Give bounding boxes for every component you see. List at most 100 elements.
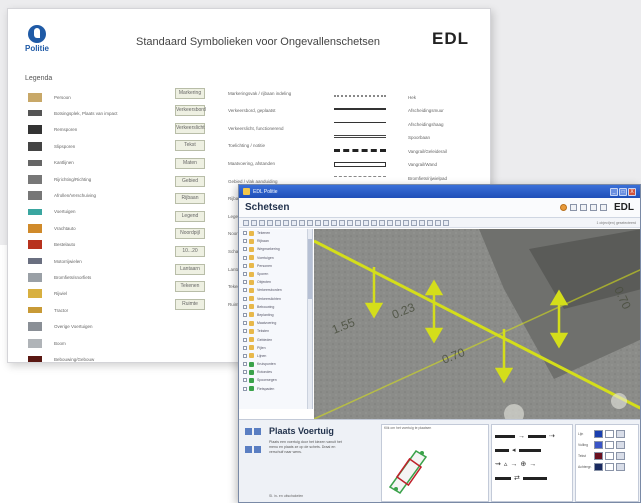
toolbar-button[interactable]	[443, 219, 449, 226]
toolbar-button[interactable]	[435, 219, 441, 226]
toolbar-button[interactable]	[331, 219, 337, 226]
expand-icon[interactable]	[243, 255, 247, 260]
sketch-canvas[interactable]: 0.23 1.55 0.70 0.70	[314, 229, 640, 419]
toolbar-button[interactable]	[411, 219, 417, 226]
toolbar-button[interactable]	[323, 219, 329, 226]
color-swatch[interactable]	[594, 463, 603, 471]
toolbar-button[interactable]	[259, 219, 265, 226]
sidebar-item[interactable]: Fietspaden	[239, 385, 312, 393]
toolbar-button[interactable]	[427, 219, 433, 226]
expand-icon[interactable]	[243, 247, 247, 252]
color-swatch[interactable]	[594, 441, 603, 449]
legend-label: Tractor	[54, 307, 69, 313]
color-swatch[interactable]	[616, 430, 625, 438]
expand-icon[interactable]	[243, 329, 247, 334]
toolbar-button[interactable]	[403, 219, 409, 226]
expand-icon[interactable]	[243, 296, 247, 301]
toolbar-button[interactable]	[307, 219, 313, 226]
sidebar-item[interactable]: Gebieden	[239, 335, 312, 343]
expand-icon[interactable]	[243, 337, 247, 342]
color-row: Lijn	[578, 430, 636, 438]
toolbar-button[interactable]	[251, 219, 257, 226]
color-swatch[interactable]	[594, 452, 603, 460]
toolbar-button[interactable]	[379, 219, 385, 226]
toolbar-button[interactable]	[243, 219, 249, 226]
panel-icon[interactable]	[254, 428, 261, 435]
toolbar-button[interactable]	[299, 219, 305, 226]
panel-icon[interactable]	[245, 446, 252, 453]
toolbar-button[interactable]	[347, 219, 353, 226]
legend-symbol-icon	[28, 258, 42, 264]
toolbar-button[interactable]	[371, 219, 377, 226]
color-swatch[interactable]	[594, 430, 603, 438]
toolbar-button[interactable]	[275, 219, 281, 226]
color-swatch[interactable]	[605, 430, 614, 438]
sidebar-item[interactable]: Maatvoering	[239, 319, 312, 327]
expand-icon[interactable]	[243, 353, 247, 358]
expand-icon[interactable]	[243, 362, 247, 367]
sidebar-item[interactable]: Kruispunten	[239, 360, 312, 368]
panel-icon[interactable]	[245, 428, 252, 435]
expand-icon[interactable]	[243, 239, 247, 244]
settings-icon[interactable]	[560, 204, 567, 211]
minimize-button[interactable]: _	[610, 187, 618, 196]
sidebar-item[interactable]: Verkeersborden	[239, 286, 312, 294]
legend-label: Afscheidingsmuur	[408, 108, 444, 113]
expand-icon[interactable]	[243, 386, 247, 391]
sidebar-item[interactable]: Rotondes	[239, 368, 312, 376]
expand-icon[interactable]	[243, 378, 247, 383]
expand-icon[interactable]	[243, 288, 247, 293]
sidebar-item[interactable]: Spoorwegen	[239, 376, 312, 384]
expand-icon[interactable]	[243, 304, 247, 309]
vehicle-preview[interactable]: Klik om het voertuig te plaatsen	[381, 424, 489, 502]
sidebar-item[interactable]: Rijbaan	[239, 237, 312, 245]
toolbar-button[interactable]	[419, 219, 425, 226]
panel-icon[interactable]	[254, 446, 261, 453]
sidebar-item[interactable]: Objecten	[239, 278, 312, 286]
toolbar-button[interactable]	[267, 219, 273, 226]
toolbar-button[interactable]	[355, 219, 361, 226]
color-swatch[interactable]	[616, 463, 625, 471]
sidebar-item[interactable]: Voertuigen	[239, 254, 312, 262]
expand-icon[interactable]	[243, 280, 247, 285]
expand-icon[interactable]	[243, 263, 247, 268]
color-swatch[interactable]	[605, 463, 614, 471]
sidebar-item[interactable]: Tekenen	[239, 229, 312, 237]
expand-icon[interactable]	[243, 272, 247, 277]
color-swatch[interactable]	[605, 452, 614, 460]
sidebar-scroll-thumb[interactable]	[308, 239, 312, 299]
print-icon[interactable]	[580, 204, 587, 211]
toolbar-button[interactable]	[387, 219, 393, 226]
sidebar-item[interactable]: Beplanting	[239, 311, 312, 319]
expand-icon[interactable]	[243, 345, 247, 350]
expand-icon[interactable]	[243, 231, 247, 236]
toolbar-button[interactable]	[339, 219, 345, 226]
sidebar-item[interactable]: Verkeerslichten	[239, 295, 312, 303]
expand-icon[interactable]	[243, 321, 247, 326]
sidebar-item[interactable]: Personen	[239, 262, 312, 270]
sidebar-item[interactable]: Pijlen	[239, 344, 312, 352]
sidebar-item[interactable]: Lijnen	[239, 352, 312, 360]
sidebar-item[interactable]: Sporen	[239, 270, 312, 278]
sidebar-item[interactable]: Bebouwing	[239, 303, 312, 311]
legend-label: Toelichting / notitie	[228, 143, 266, 149]
toolbar-button[interactable]	[363, 219, 369, 226]
close-button[interactable]: X	[628, 187, 636, 196]
toolbar-button[interactable]	[291, 219, 297, 226]
sidebar-item[interactable]: Wegmarkering	[239, 245, 312, 253]
toolbar-button[interactable]	[283, 219, 289, 226]
save-icon[interactable]	[570, 204, 577, 211]
color-swatch[interactable]	[616, 452, 625, 460]
title-bar[interactable]: EDL Politie _ □ X	[239, 185, 640, 198]
sidebar-item[interactable]: Teksten	[239, 327, 312, 335]
toolbar-button[interactable]	[315, 219, 321, 226]
maximize-button[interactable]: □	[619, 187, 627, 196]
expand-icon[interactable]	[243, 370, 247, 375]
toolbar-button[interactable]	[395, 219, 401, 226]
color-swatch[interactable]	[605, 441, 614, 449]
window-icon[interactable]	[590, 204, 597, 211]
help-icon[interactable]	[600, 204, 607, 211]
expand-icon[interactable]	[243, 312, 247, 317]
sidebar-scrollbar[interactable]	[307, 229, 312, 409]
color-swatch[interactable]	[616, 441, 625, 449]
